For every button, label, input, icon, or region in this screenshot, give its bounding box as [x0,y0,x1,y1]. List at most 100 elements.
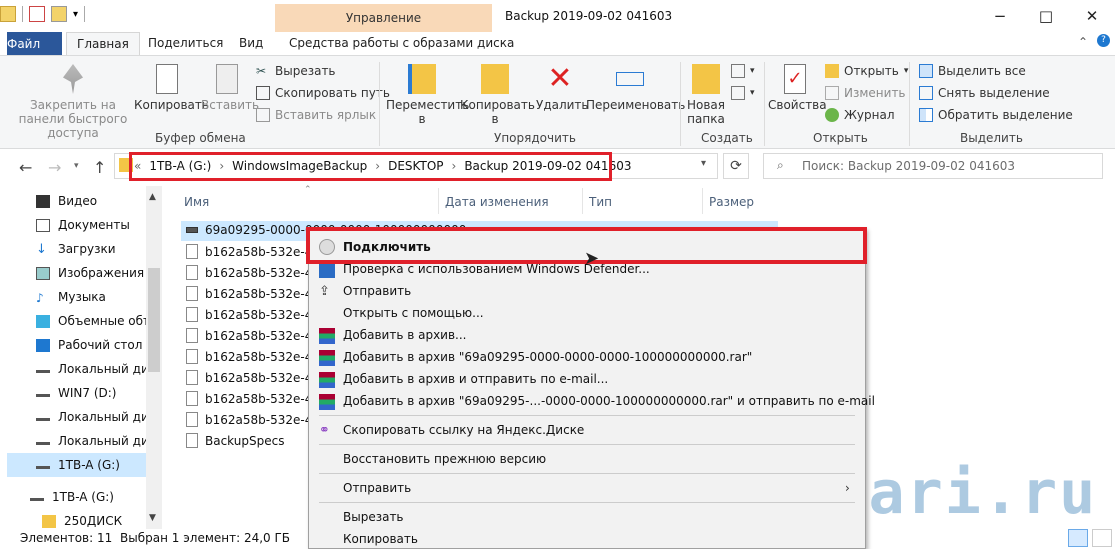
divider[interactable] [702,188,703,214]
menu-item-send-to[interactable]: Отправить [343,481,411,495]
minimize-button[interactable]: − [977,0,1023,32]
divider [319,415,855,416]
copy-button[interactable]: Копировать [134,64,209,112]
tab-home[interactable]: Главная [66,32,140,56]
file-row[interactable]: b162a58b-532e-4ed [186,307,327,322]
select-all-button[interactable]: Выделить все [919,64,1026,78]
paste-shortcut-button[interactable]: Вставить ярлык [256,108,376,122]
window-title: Backup 2019-09-02 041603 [505,9,673,23]
file-row[interactable]: BackupSpecs [186,433,284,448]
open-button[interactable]: Открыть ▾ [825,64,908,78]
paste-button[interactable]: Вставить [201,64,259,112]
delete-x-icon: ✕ [547,61,573,96]
column-type[interactable]: Тип [589,195,612,209]
sidebar-item-1tb-a-root[interactable]: 1TB-A (G:) [30,490,114,504]
select-none-button[interactable]: Снять выделение [919,86,1050,100]
shortcut-icon [256,108,270,122]
details-view-icon[interactable] [1068,529,1088,547]
maximize-button[interactable]: □ [1023,0,1069,32]
properties-button[interactable]: ✓ Свойства [768,64,827,112]
file-row[interactable]: b162a58b-532e-4ed [186,391,327,406]
back-arrow-icon[interactable]: ← [19,158,32,177]
sidebar-item-1tb-a[interactable]: 1TB-A (G:) [36,458,120,472]
sidebar-item-pictures[interactable]: Изображения [36,266,144,280]
file-row[interactable]: b162a58b-532e-4ed [186,328,327,343]
folder-icon[interactable] [0,6,16,22]
scrollbar-thumb[interactable] [148,268,160,372]
chevron-down-icon[interactable]: ▾ [73,9,78,20]
divider[interactable] [438,188,439,214]
sidebar-item-win7[interactable]: WIN7 (D:) [36,386,116,400]
file-row[interactable]: b162a58b-532e-4ed [186,286,327,301]
large-icons-view-icon[interactable] [1092,529,1112,547]
forward-arrow-icon[interactable]: → [48,158,61,177]
sidebar-item-folder[interactable]: 250ДИСК [42,514,122,528]
up-arrow-icon[interactable]: ↑ [93,158,106,177]
menu-item-yandex-link[interactable]: Скопировать ссылку на Яндекс.Диске [343,423,584,437]
collapse-ribbon-icon[interactable]: ⌃ [1078,35,1088,49]
file-row[interactable]: b162a58b-532e-4ed [186,412,327,427]
menu-item-cut[interactable]: Вырезать [343,510,404,524]
menu-item-named-archive-and-email[interactable]: Добавить в архив "69a09295-...-0000-0000… [343,394,875,408]
copy-to-button[interactable]: Копировать в [460,64,535,126]
menu-item-add-to-named-archive[interactable]: Добавить в архив "69a09295-0000-0000-000… [343,350,752,364]
scroll-up-icon[interactable]: ▲ [149,192,156,202]
cut-button[interactable]: ✂ Вырезать [256,64,336,78]
tab-view[interactable]: Вид [229,32,273,56]
file-icon [186,328,198,343]
history-button[interactable]: Журнал [825,108,895,122]
close-button[interactable]: ✕ [1069,0,1115,32]
menu-item-defender-scan[interactable]: Проверка с использованием Windows Defend… [343,262,650,276]
paste-icon [216,64,238,94]
refresh-icon[interactable]: ⟳ [723,153,749,179]
tab-file[interactable]: Файл [7,32,62,56]
delete-button[interactable]: ✕ Удалить [536,61,589,113]
file-row[interactable]: b162a58b-532e-4ed [186,265,327,280]
easy-access-button[interactable]: ▾ [731,86,755,100]
edit-button[interactable]: Изменить [825,86,906,100]
sidebar-item-desktop[interactable]: Рабочий стол [36,338,142,352]
copy-to-icon [481,64,509,94]
column-date[interactable]: Дата изменения [445,195,549,209]
menu-item-add-to-archive[interactable]: Добавить в архив... [343,328,467,342]
copy-path-icon [256,86,270,100]
easy-access-icon [731,86,745,100]
sidebar-item-local-disk[interactable]: Локальный дис [36,434,155,448]
new-folder-icon[interactable] [51,6,67,22]
divider[interactable] [582,188,583,214]
rename-button[interactable]: Переименовать [586,64,685,112]
file-row[interactable]: b162a58b-532e-4ed [186,349,327,364]
sidebar-item-local-disk[interactable]: Локальный дис [36,362,155,376]
address-dropdown-icon[interactable]: ▾ [701,158,706,169]
tab-disk-image-tools[interactable]: Средства работы с образами диска [279,32,524,56]
properties-icon[interactable] [29,6,45,22]
new-item-button[interactable]: ▾ [731,64,755,78]
share-icon: ⇪ [319,284,330,299]
sidebar-item-downloads[interactable]: ↓ Загрузки [36,242,116,256]
column-size[interactable]: Размер [709,195,754,209]
sidebar-item-music[interactable]: ♪ Музыка [36,290,106,305]
file-row[interactable]: b162a58b-532e-4ed [186,370,327,385]
help-icon[interactable]: ? [1097,34,1110,47]
tab-share[interactable]: Поделиться [138,32,233,56]
menu-item-archive-and-email[interactable]: Добавить в архив и отправить по e-mail..… [343,372,608,386]
sidebar-item-local-disk[interactable]: Локальный дис [36,410,155,424]
menu-item-restore-previous[interactable]: Восстановить прежнюю версию [343,452,546,466]
scroll-down-icon[interactable]: ▼ [149,513,156,523]
menu-item-share[interactable]: Отправить [343,284,411,298]
sidebar-item-documents[interactable]: Документы [36,218,130,232]
search-input[interactable]: Поиск: Backup 2019-09-02 041603 [763,153,1103,179]
properties-check-icon: ✓ [784,64,806,94]
move-to-button[interactable]: Переместить в [386,64,469,126]
copy-path-button[interactable]: Скопировать путь [256,86,390,100]
winrar-icon [319,328,335,344]
menu-item-open-with[interactable]: Открыть с помощью... [343,306,484,320]
column-name[interactable]: Имя [184,195,209,209]
invert-selection-button[interactable]: Обратить выделение [919,108,1073,122]
recent-locations-icon[interactable]: ▾ [74,161,79,171]
winrar-icon [319,350,335,366]
new-folder-button[interactable]: Новая папка [684,64,728,126]
sidebar-item-videos[interactable]: Видео [36,194,97,208]
sidebar-item-3d-objects[interactable]: Объемные объ [36,314,152,328]
pin-quick-access-button[interactable]: Закрепить на панели быстрого доступа [12,64,134,140]
